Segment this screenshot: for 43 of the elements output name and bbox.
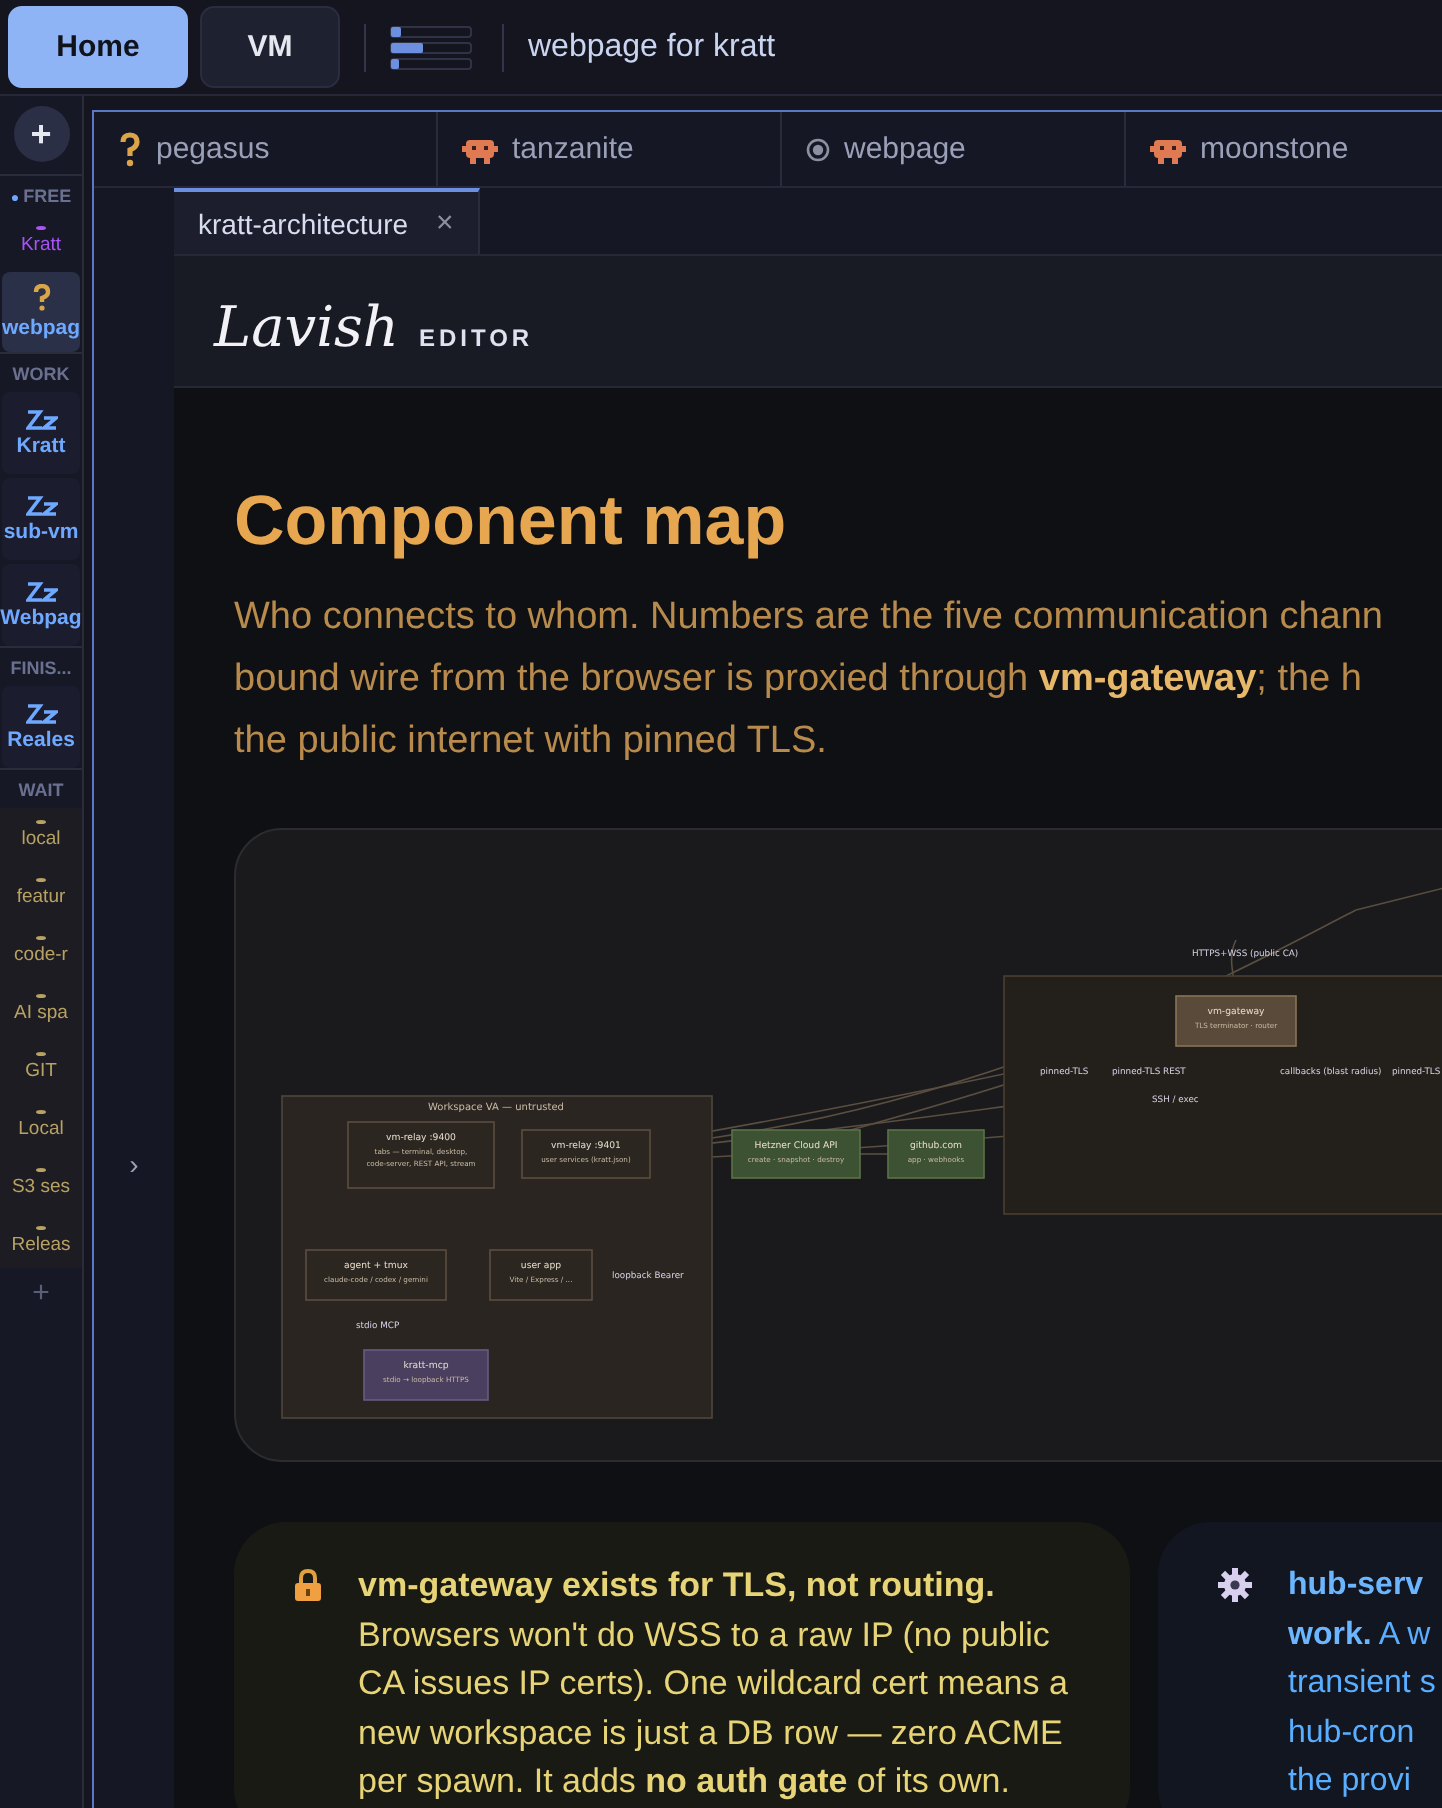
workspace-tab[interactable]: pegasus xyxy=(94,112,438,186)
lock-icon xyxy=(294,1568,322,1602)
note-text: hub-serv work. A w transient s hub-cron the provi xyxy=(1288,1566,1436,1802)
sidebar-item[interactable]: AI spa xyxy=(2,982,80,1036)
sleep-icon xyxy=(25,580,57,602)
sidebar-item[interactable]: Kratt xyxy=(2,214,80,268)
robot-icon xyxy=(462,135,498,163)
sidebar-item[interactable]: sub-vm xyxy=(2,478,80,560)
close-icon[interactable]: × xyxy=(436,206,454,240)
workspace-tab[interactable]: tanzanite xyxy=(438,112,782,186)
nav-button[interactable]: Home xyxy=(8,6,188,88)
sidebar-item[interactable]: webpag xyxy=(2,272,80,352)
sidebar-item[interactable]: featur xyxy=(2,866,80,920)
question-mark-icon xyxy=(31,284,51,312)
workspace-tab[interactable]: moonstone xyxy=(1126,112,1442,186)
sleep-icon xyxy=(25,408,57,430)
section-heading: Component map xyxy=(234,480,789,564)
settings-icon xyxy=(1218,1568,1252,1602)
page-title: webpage for kratt xyxy=(528,29,776,65)
sleep-icon xyxy=(25,702,57,724)
workspace-tab[interactable]: webpage xyxy=(782,112,1126,186)
note-text: vm-gateway exists for TLS, not routing. Browsers won't do WSS to a raw IP (no public CA issues IP certs). One wildcard cert means a new workspace is just a DB row — zero ACME per spawn. It adds no auth gate of its own. xyxy=(358,1564,1068,1804)
robot-icon xyxy=(1150,135,1186,163)
sidebar-item[interactable]: Reales xyxy=(2,686,80,768)
sidebar-item[interactable]: local xyxy=(2,808,80,862)
intro-paragraph: Who connects to whom. Numbers are the five communication chann bound wire from the browser is proxied through vm-gateway; the h the public internet with pinned TLS. xyxy=(234,594,1385,766)
document-tab[interactable]: kratt-architecture × xyxy=(174,188,480,254)
sidebar-item[interactable]: S3 ses xyxy=(2,1156,80,1210)
add-button[interactable]: + xyxy=(13,106,69,162)
sidebar-item[interactable]: GIT xyxy=(2,1040,80,1094)
sidebar-item[interactable]: Releas xyxy=(2,1214,80,1268)
bars-icon[interactable] xyxy=(390,25,478,69)
sidebar-item[interactable]: Kratt xyxy=(2,392,80,474)
radio-icon xyxy=(806,137,830,161)
sidebar-item[interactable]: Local xyxy=(2,1098,80,1152)
question-mark-icon xyxy=(118,131,142,167)
sidebar-item[interactable]: code-r xyxy=(2,924,80,978)
expand-toggle[interactable]: › xyxy=(129,1148,139,1180)
sleep-icon xyxy=(25,494,57,516)
app-logo: Lavish xyxy=(214,292,399,364)
app-subtitle: EDITOR xyxy=(418,324,534,352)
sidebar-item[interactable]: Webpag xyxy=(2,564,80,646)
nav-button[interactable]: VM xyxy=(200,6,340,88)
